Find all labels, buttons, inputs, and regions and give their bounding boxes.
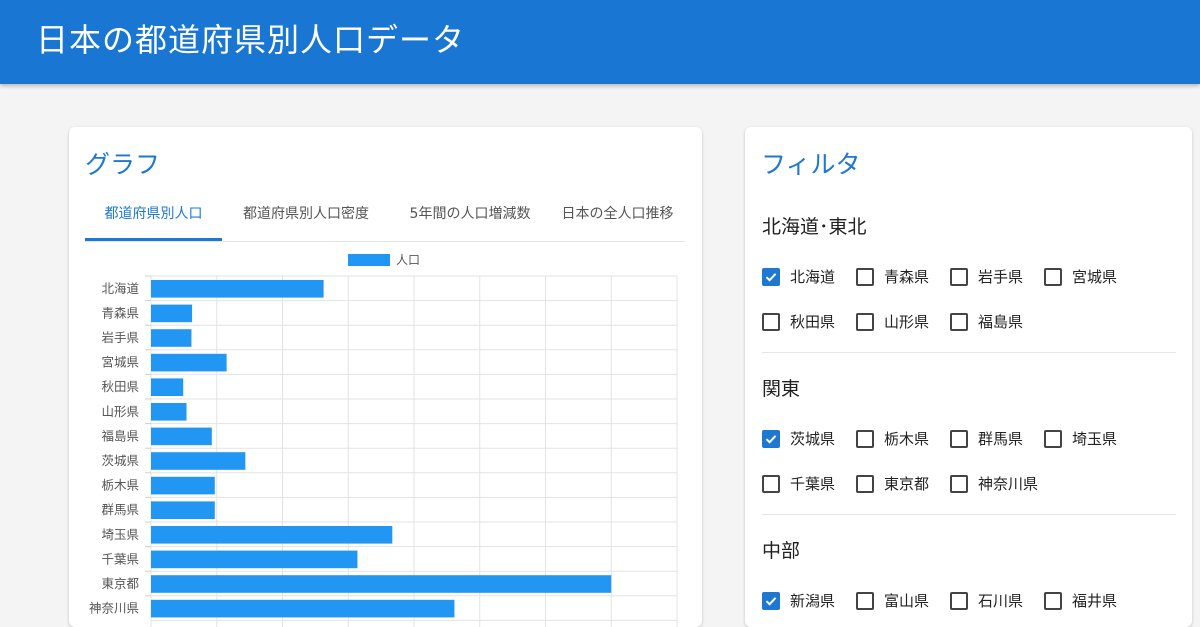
y-tick-label: 千葉県	[101, 551, 139, 566]
prefecture-label: 東京都	[884, 475, 930, 493]
bar-埼玉県[interactable]	[151, 526, 393, 544]
prefecture-label: 千葉県	[790, 475, 836, 493]
bar-北海道[interactable]	[151, 280, 324, 298]
checkbox-unchecked-icon[interactable]	[950, 313, 968, 331]
prefecture-label: 岩手県	[978, 268, 1024, 286]
y-tick-label: 秋田県	[101, 379, 139, 394]
region-title-kanto: 関東	[762, 378, 801, 400]
y-tick-label: 青森県	[101, 305, 139, 320]
page-title: 日本の都道府県別人口データ	[36, 21, 466, 59]
prefecture-label: 栃木県	[884, 430, 930, 448]
graph-card-title: グラフ	[85, 150, 161, 179]
prefecture-label: 青森県	[884, 268, 930, 286]
y-tick-label: 栃木県	[101, 478, 139, 493]
graph-tabs: 都道府県別人口 都道府県別人口密度 5年間の人口増減数 日本の全人口推移	[85, 197, 685, 242]
bar-青森県[interactable]	[151, 304, 193, 323]
bar-山形県[interactable]	[151, 403, 187, 421]
region-divider	[762, 514, 1176, 515]
tab-population-density[interactable]: 都道府県別人口密度	[222, 197, 390, 239]
bar-福島県[interactable]	[151, 427, 212, 446]
y-tick-label: 宮城県	[101, 355, 139, 370]
bar-千葉県[interactable]	[151, 550, 358, 569]
bar-栃木県[interactable]	[151, 476, 215, 495]
prefecture-label: 石川県	[978, 592, 1024, 610]
bar-群馬県[interactable]	[151, 501, 215, 519]
y-tick-label: 群馬県	[101, 502, 139, 517]
prefecture-label: 秋田県	[790, 313, 836, 331]
checkbox-unchecked-icon[interactable]	[1044, 268, 1062, 286]
prefecture-label: 神奈川県	[978, 475, 1039, 493]
prefecture-label: 北海道	[790, 268, 836, 286]
prefecture-label: 福井県	[1072, 592, 1118, 610]
prefecture-label: 群馬県	[978, 430, 1024, 448]
y-tick-label: 岩手県	[101, 330, 139, 345]
bar-岩手県[interactable]	[151, 329, 192, 347]
bar-茨城県[interactable]	[151, 452, 246, 470]
bar-東京都[interactable]	[151, 575, 612, 593]
prefecture-label: 茨城県	[790, 430, 836, 448]
checkbox-unchecked-icon[interactable]	[950, 430, 968, 448]
prefecture-label: 宮城県	[1072, 268, 1118, 286]
checkbox-unchecked-icon[interactable]	[1044, 430, 1062, 448]
graph-card: グラフ 都道府県別人口 都道府県別人口密度 5年間の人口増減数 日本の全人口推移…	[69, 127, 702, 627]
tab-population-change[interactable]: 5年間の人口増減数	[390, 197, 550, 239]
tab-total-population-trend[interactable]: 日本の全人口推移	[550, 197, 685, 239]
y-tick-label: 埼玉県	[101, 527, 139, 542]
region-divider	[762, 352, 1176, 353]
checkbox-unchecked-icon[interactable]	[856, 430, 874, 448]
bar-神奈川県[interactable]	[151, 599, 455, 618]
checkbox-checked-icon[interactable]	[762, 592, 780, 610]
checkbox-unchecked-icon[interactable]	[1044, 592, 1062, 610]
y-tick-label: 茨城県	[101, 453, 139, 468]
bar-宮城県[interactable]	[151, 353, 227, 372]
legend-swatch	[348, 254, 390, 266]
region-title-chubu: 中部	[762, 540, 801, 562]
checkbox-unchecked-icon[interactable]	[856, 268, 874, 286]
tab-prefecture-population[interactable]: 都道府県別人口	[85, 197, 222, 241]
checkbox-checked-icon[interactable]	[762, 268, 780, 286]
legend-label: 人口	[396, 253, 420, 267]
checkbox-unchecked-icon[interactable]	[762, 475, 780, 493]
checkbox-unchecked-icon[interactable]	[856, 592, 874, 610]
prefecture-label: 山形県	[884, 313, 930, 331]
prefecture-label: 埼玉県	[1072, 430, 1118, 448]
population-chart: 人口北海道青森県岩手県宮城県秋田県山形県福島県茨城県栃木県群馬県埼玉県千葉県東京…	[69, 247, 702, 627]
checkbox-unchecked-icon[interactable]	[950, 475, 968, 493]
prefecture-label: 富山県	[884, 592, 930, 610]
y-tick-label: 北海道	[101, 281, 139, 296]
checkbox-unchecked-icon[interactable]	[856, 475, 874, 493]
y-tick-label: 神奈川県	[89, 601, 139, 616]
checkbox-unchecked-icon[interactable]	[762, 313, 780, 331]
prefecture-label: 新潟県	[790, 592, 836, 610]
y-tick-label: 東京都	[101, 576, 139, 591]
chart-legend: 人口	[348, 253, 420, 267]
y-tick-label: 福島県	[101, 428, 139, 443]
checkbox-unchecked-icon[interactable]	[950, 592, 968, 610]
app-bar: 日本の都道府県別人口データ	[0, 0, 1200, 84]
bar-秋田県[interactable]	[151, 378, 184, 396]
checkbox-checked-icon[interactable]	[762, 430, 780, 448]
filter-card-title: フィルタ	[761, 150, 861, 179]
population-bar-chart: 人口北海道青森県岩手県宮城県秋田県山形県福島県茨城県栃木県群馬県埼玉県千葉県東京…	[89, 253, 678, 627]
checkbox-unchecked-icon[interactable]	[950, 268, 968, 286]
checkbox-unchecked-icon[interactable]	[856, 313, 874, 331]
region-title-hokkaido-tohoku: 北海道･東北	[762, 216, 867, 238]
prefecture-label: 福島県	[978, 313, 1024, 331]
filter-card: フィルタ 北海道･東北 北海道 青森県 岩手県 宮城県秋田県 山形県 福島県 関東 茨城県…	[745, 127, 1192, 627]
y-tick-label: 山形県	[101, 404, 139, 419]
